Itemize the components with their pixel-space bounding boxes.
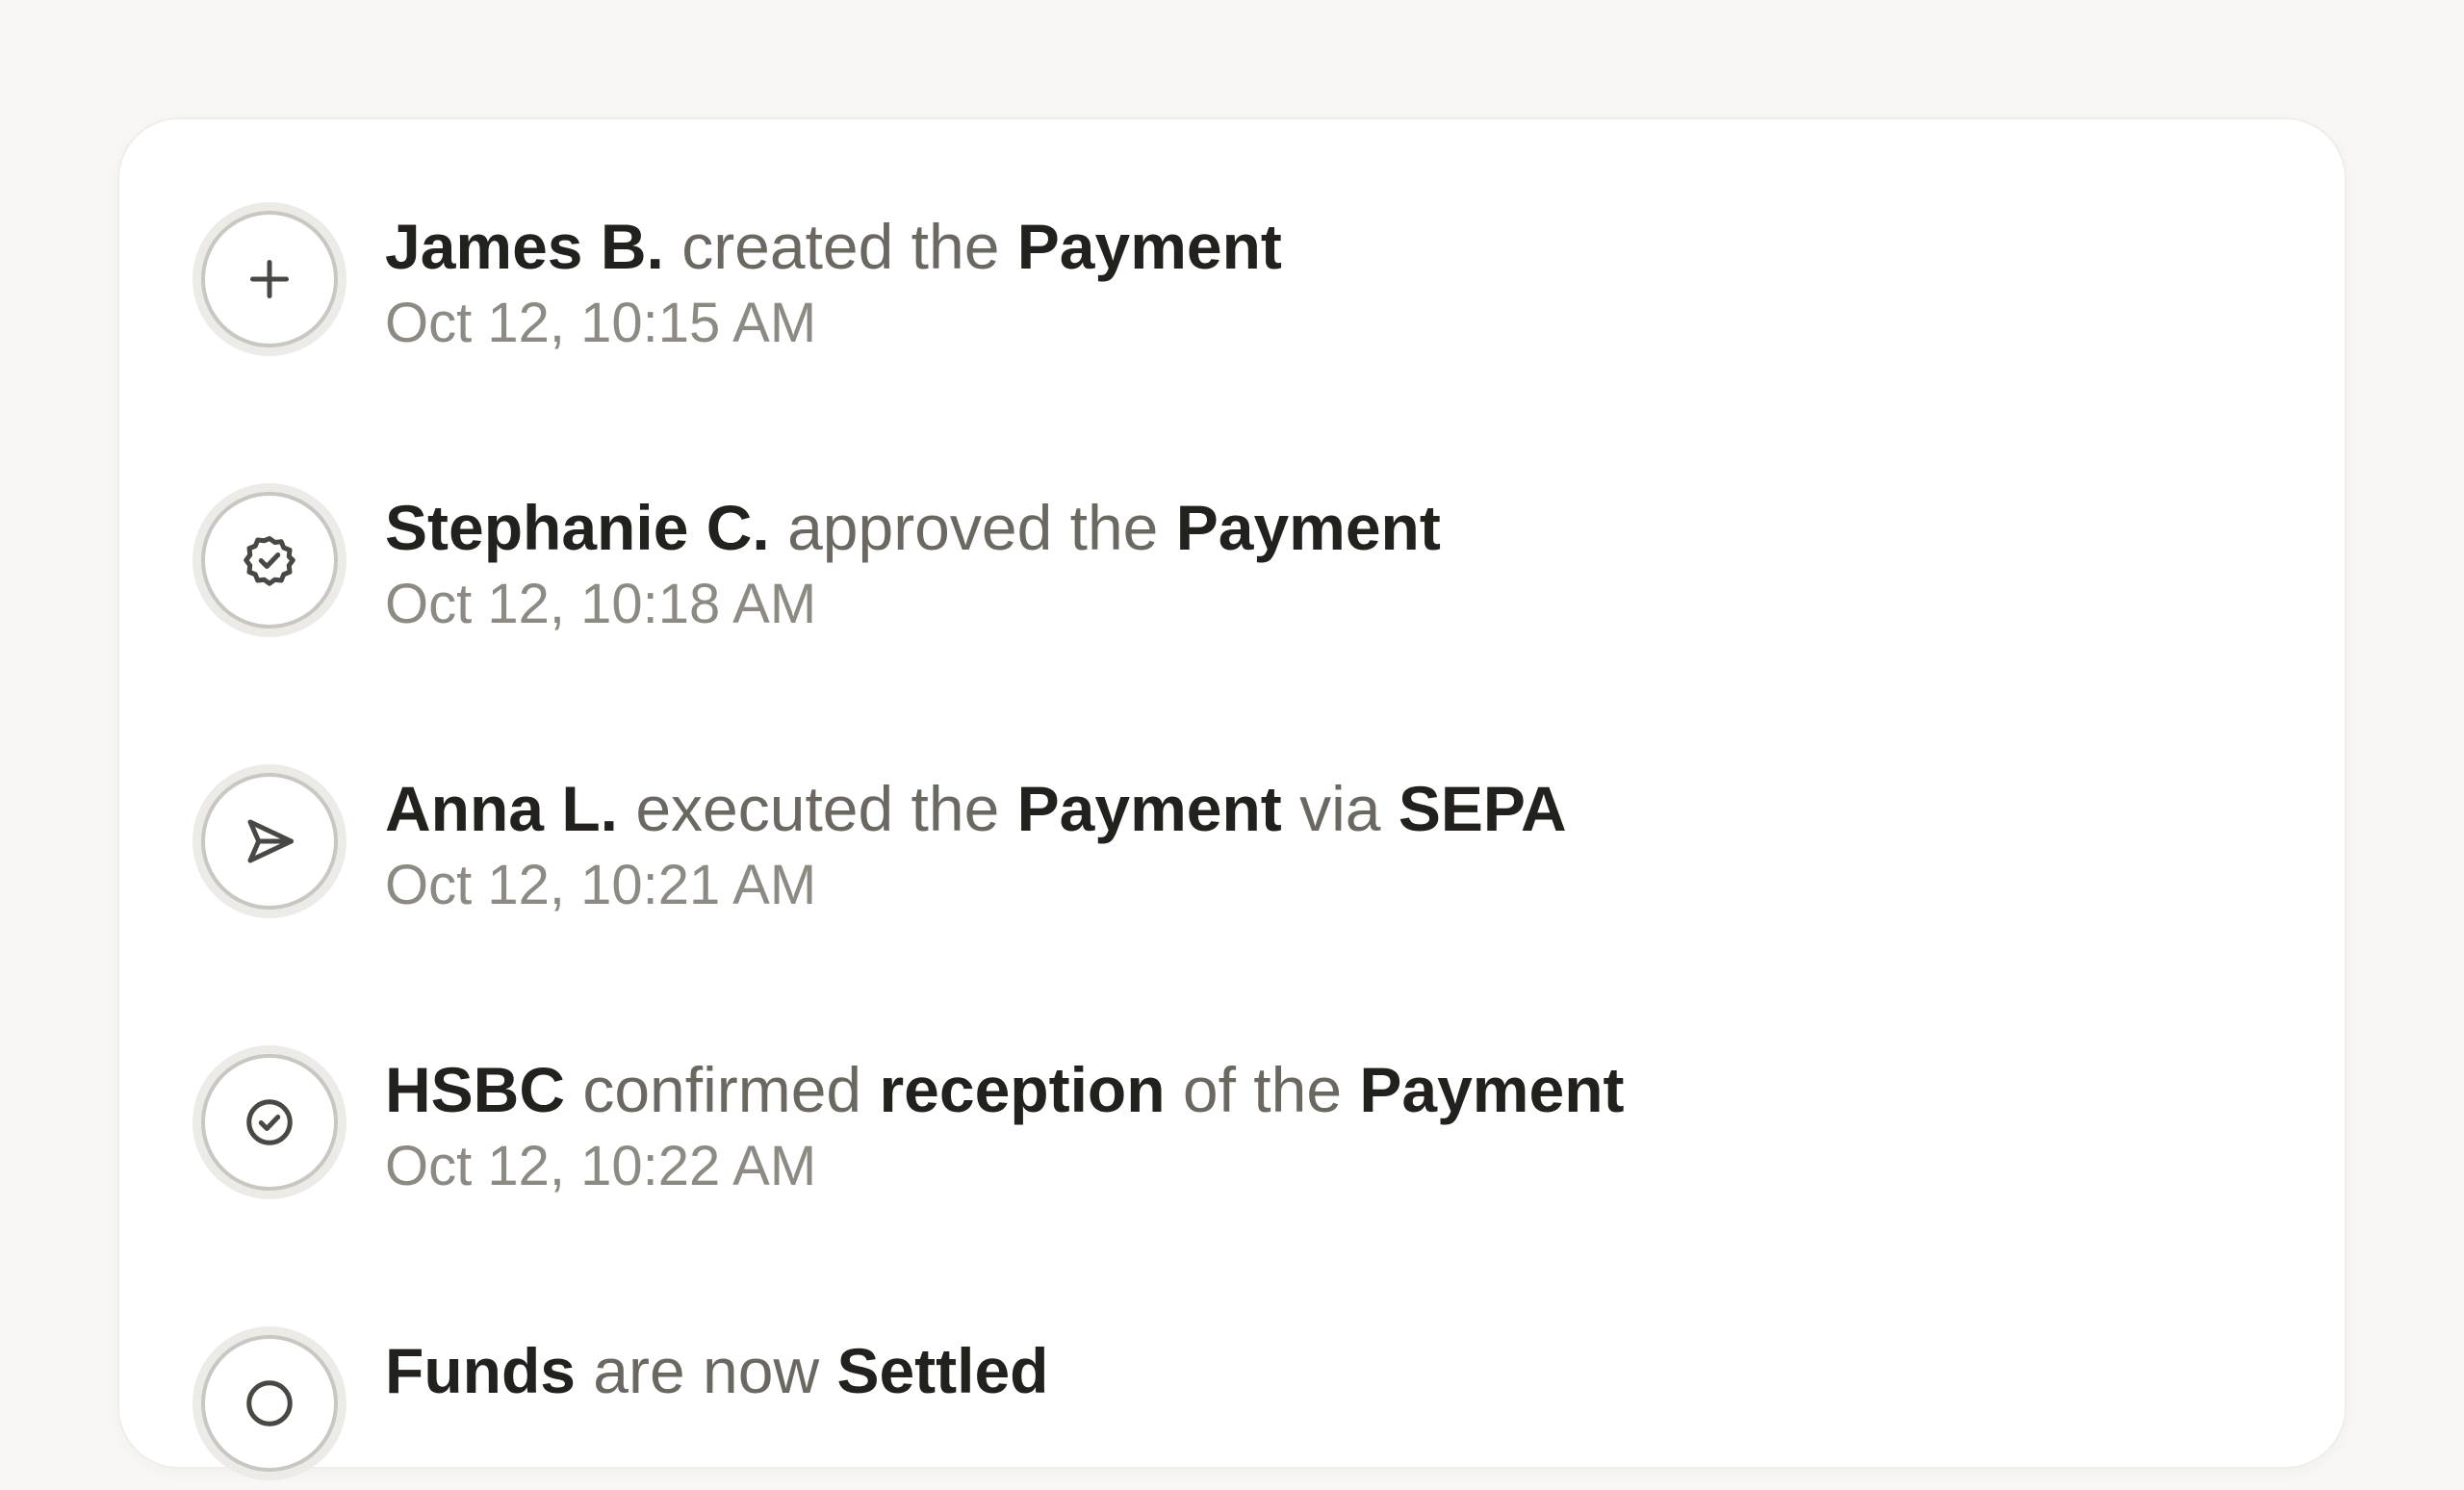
activity-icon-ring <box>192 483 346 637</box>
actor-name: Stephanie C. <box>385 492 770 563</box>
activity-text: James B. created the Payment Oct 12, 10:… <box>385 206 1282 358</box>
activity-text: Anna L. executed the Payment via SEPA Oc… <box>385 768 1567 920</box>
activity-timestamp: Oct 12, 10:22 AM <box>385 1135 817 1197</box>
activity-text: Funds are now Settled <box>385 1330 1049 1411</box>
activity-timestamp: Oct 12, 10:18 AM <box>385 573 817 635</box>
activity-icon-ring <box>192 764 346 918</box>
activity-item: HSBC confirmed reception of the Payment … <box>192 1045 2214 1209</box>
activity-title: HSBC confirmed reception of the Payment <box>385 1049 1625 1130</box>
subject-name: Funds <box>385 1335 576 1406</box>
activity-timestamp: Oct 12, 10:15 AM <box>385 292 817 354</box>
actor-name: James B. <box>385 211 664 282</box>
plus-icon <box>201 211 338 347</box>
activity-icon-ring <box>192 202 346 356</box>
activity-item: Anna L. executed the Payment via SEPA Oc… <box>192 764 2214 928</box>
activity-item: Funds are now Settled <box>192 1326 2214 1490</box>
activity-card: James B. created the Payment Oct 12, 10:… <box>119 119 2345 1480</box>
actor-name: Anna L. <box>385 773 618 844</box>
connector-text: of the <box>1165 1054 1360 1125</box>
activity-title: Funds are now Settled <box>385 1330 1049 1411</box>
activity-timestamp: Oct 12, 10:21 AM <box>385 854 817 916</box>
badge-check-icon <box>201 492 338 629</box>
action-text: executed the <box>618 773 1017 844</box>
activity-title: Anna L. executed the Payment via SEPA <box>385 768 1567 849</box>
actor-name: HSBC <box>385 1054 566 1125</box>
activity-icon-ring <box>192 1045 346 1199</box>
action-text: approved the <box>769 492 1176 563</box>
object-name: Payment <box>1359 1054 1625 1125</box>
send-icon <box>201 773 338 910</box>
activity-icon-ring <box>192 1326 346 1480</box>
circle-icon <box>201 1335 338 1472</box>
check-circle-icon <box>201 1054 338 1191</box>
object-name: Payment <box>1175 492 1441 563</box>
activity-text: HSBC confirmed reception of the Payment … <box>385 1049 1625 1201</box>
object-name: Payment <box>1016 773 1282 844</box>
activity-title: James B. created the Payment <box>385 206 1282 287</box>
activity-item: Stephanie C. approved the Payment Oct 12… <box>192 483 2214 647</box>
activity-title: Stephanie C. approved the Payment <box>385 487 1441 568</box>
action-text: created the <box>663 211 1017 282</box>
activity-item: James B. created the Payment Oct 12, 10:… <box>192 202 2214 366</box>
connector-text: via <box>1281 773 1399 844</box>
action-text: are now <box>575 1335 837 1406</box>
activity-text: Stephanie C. approved the Payment Oct 12… <box>385 487 1441 639</box>
status-name: Settled <box>836 1335 1049 1406</box>
object-name: Payment <box>1016 211 1282 282</box>
action-text: confirmed <box>565 1054 880 1125</box>
method-name: SEPA <box>1398 773 1567 844</box>
action-object: reception <box>879 1054 1166 1125</box>
